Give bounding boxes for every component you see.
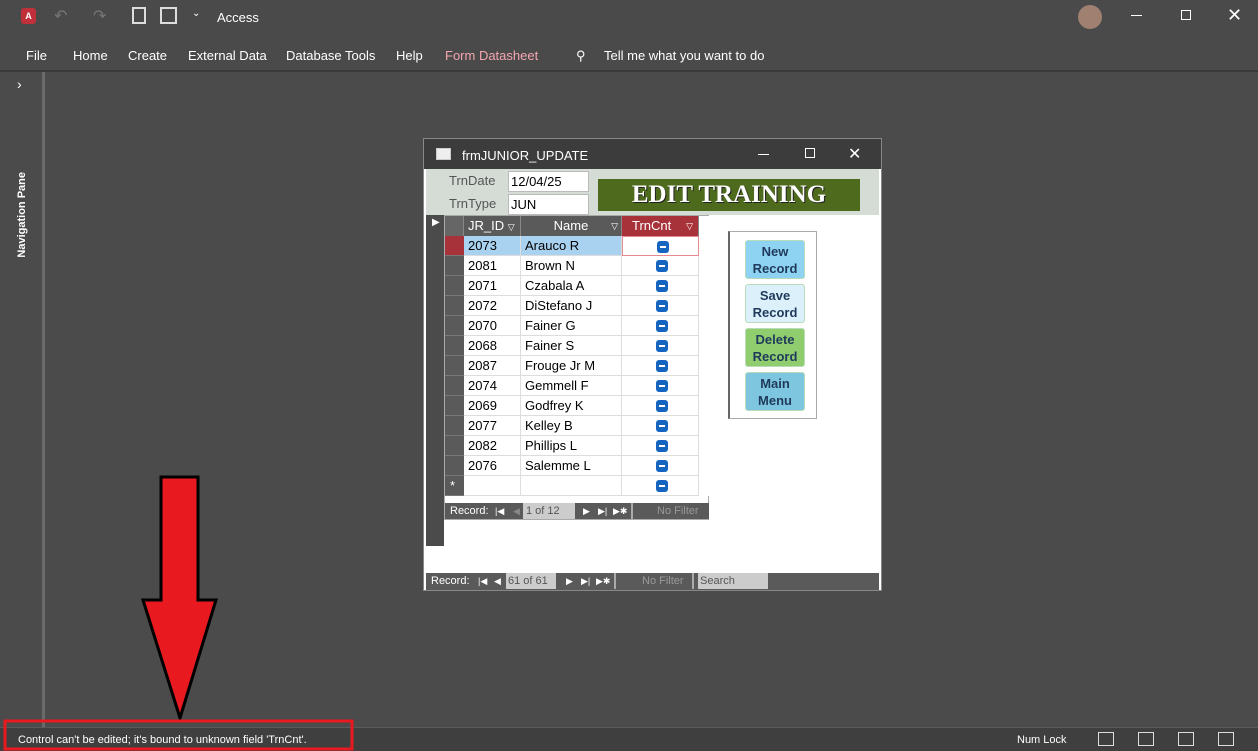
red-arrow-annotation <box>140 475 219 724</box>
red-highlight-box <box>3 719 354 751</box>
annotation-overlay <box>3 475 354 751</box>
